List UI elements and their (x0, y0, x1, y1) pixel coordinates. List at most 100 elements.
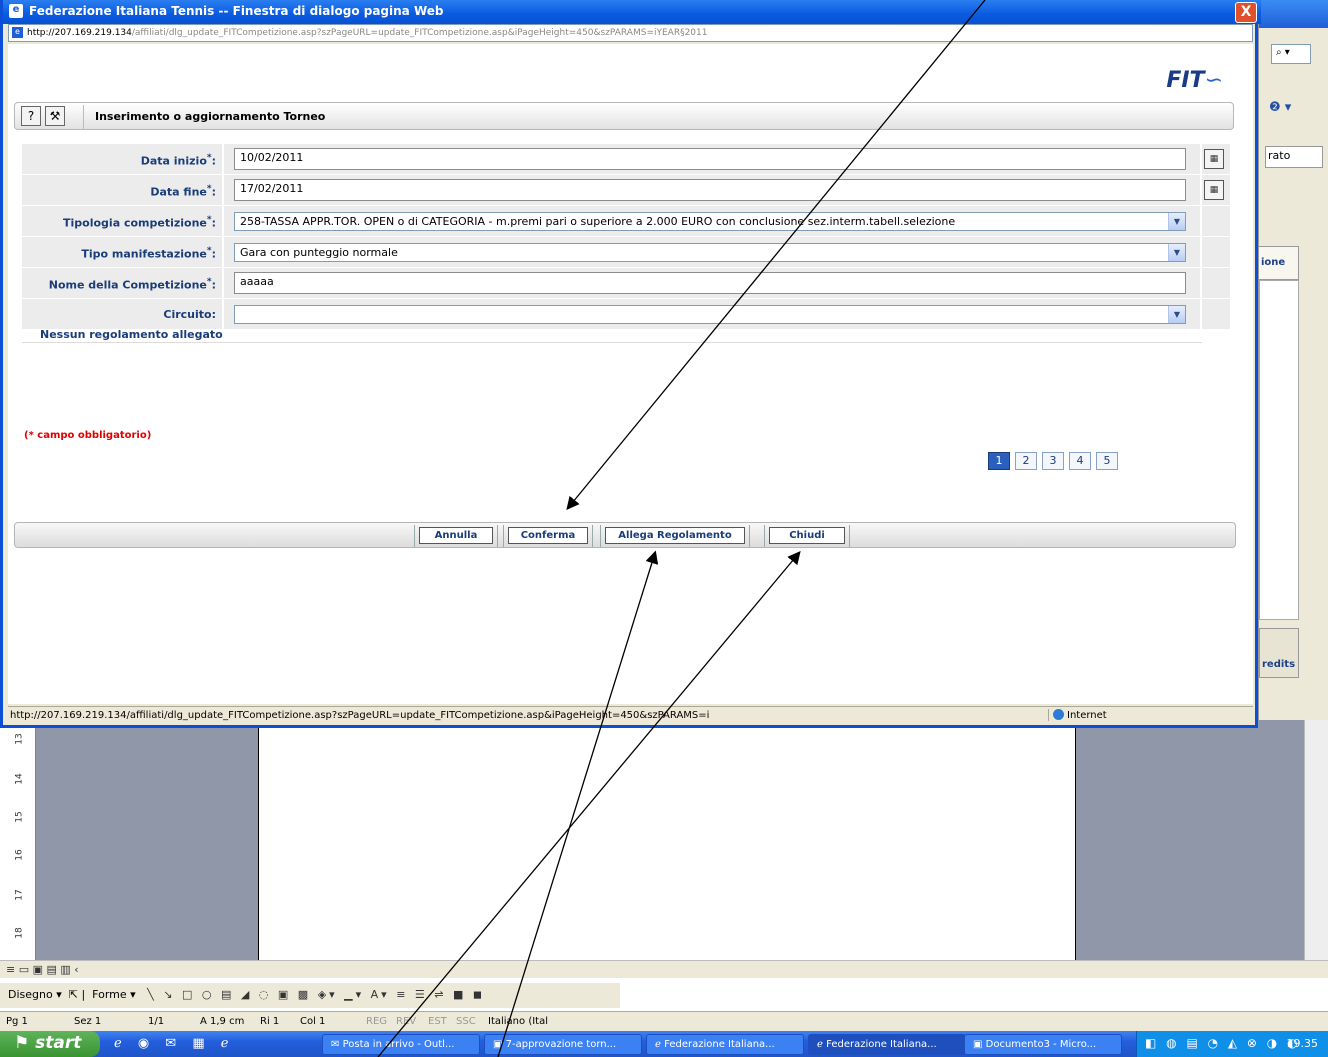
background-pane (1259, 280, 1299, 620)
horizontal-scrollbar[interactable]: ≡ ▭ ▣ ▤ ▥ ‹ (0, 960, 1328, 978)
pointer-icon[interactable]: ⇱ | (65, 988, 88, 1001)
conferma-button[interactable]: Conferma (503, 525, 593, 547)
start-button[interactable]: ⚑ start (0, 1031, 100, 1057)
background-tab[interactable]: ione (1259, 246, 1299, 280)
dialog-titlebar[interactable]: e Federazione Italiana Tennis -- Finestr… (3, 0, 1261, 24)
status-section: Sez 1 (74, 1016, 102, 1027)
action-bar: Annulla Conferma Allega Regolamento Chiu… (14, 522, 1236, 548)
vertical-scrollbar[interactable] (1304, 720, 1328, 960)
tipologia-select[interactable]: 258-TASSA APPR.TOR. OPEN o di CATEGORIA … (234, 212, 1186, 231)
label-colon: : (211, 278, 216, 292)
page-button-4[interactable]: 4 (1069, 452, 1091, 470)
address-bar: e http://207.169.219.134/affiliati/dlg_u… (8, 24, 1253, 42)
status-at: A 1,9 cm (200, 1016, 245, 1027)
status-language: Italiano (Ital (488, 1016, 548, 1027)
fit-logo: FIT∽ (1166, 68, 1223, 93)
status-ssc: SSC (456, 1016, 476, 1027)
word-icon: ▣ (973, 1039, 986, 1050)
chevron-down-icon[interactable]: ▼ (1168, 213, 1185, 230)
background-button[interactable]: redits (1259, 628, 1299, 678)
no-regolamento-text: Nessun regolamento allegato (40, 328, 223, 341)
search-icon[interactable]: ⌕ ▾ (1271, 44, 1311, 64)
nome-competizione-input[interactable]: aaaaa (234, 272, 1186, 294)
page-button-5[interactable]: 5 (1096, 452, 1118, 470)
ruler-mark: 17 (14, 889, 25, 901)
field-cell: 258-TASSA APPR.TOR. OPEN o di CATEGORIA … (224, 206, 1200, 237)
close-button[interactable]: X (1235, 2, 1257, 23)
page-button-2[interactable]: 2 (1015, 452, 1037, 470)
page-button-1[interactable]: 1 (988, 452, 1010, 470)
label-nome-competizione: Nome della Competizione*: (22, 268, 222, 299)
clock: 19.35 (1286, 1037, 1319, 1050)
allega-regolamento-button[interactable]: Allega Regolamento (600, 525, 750, 547)
data-fine-input[interactable]: 17/02/2011 (234, 179, 1186, 201)
label-data-fine: Data fine*: (22, 175, 222, 206)
chevron-down-icon[interactable]: ▼ (1168, 306, 1185, 323)
status-reg: REG (366, 1016, 388, 1027)
calendar-icon[interactable]: ▦ (1204, 149, 1224, 169)
document-page[interactable] (258, 720, 1076, 960)
status-col: Col 1 (300, 1016, 326, 1027)
help-icon[interactable]: ❷ ▾ (1269, 100, 1291, 115)
forme-menu[interactable]: Forme ▾ (92, 988, 136, 1001)
task-label: Federazione Italiana... (664, 1039, 775, 1050)
side-cell: ▦ (1202, 144, 1230, 175)
vertical-ruler: 13 14 15 16 17 18 (0, 720, 36, 960)
side-cell (1202, 299, 1230, 330)
ruler-mark: 16 (14, 849, 25, 861)
circuito-select[interactable]: ▼ (234, 305, 1186, 324)
taskbar-item-ie-2[interactable]: ℯ Federazione Italiana... (808, 1034, 966, 1055)
tool-button[interactable]: ⚒ (45, 106, 65, 126)
side-cell: ▦ (1202, 175, 1230, 206)
quick-launch-icons[interactable]: ℯ ◉ ✉ ▦ ℯ (114, 1036, 234, 1051)
disegno-menu[interactable]: Disegno ▾ (8, 988, 62, 1001)
help-button[interactable]: ? (21, 106, 41, 126)
taskbar-item-outlook[interactable]: ✉ Posta in arrivo - Outl... (322, 1034, 480, 1055)
header-divider (83, 105, 84, 129)
calendar-icon[interactable]: ▦ (1204, 180, 1224, 200)
annulla-button[interactable]: Annulla (414, 525, 498, 547)
status-page: Pg 1 (6, 1016, 28, 1027)
data-inizio-input[interactable]: 10/02/2011 (234, 148, 1186, 170)
tray-icons[interactable]: ◧ ◍ ▤ ◔ ◭ ⊗ ◑ ◐ (1145, 1036, 1301, 1050)
tipo-manifestazione-select[interactable]: Gara con punteggio normale ▼ (234, 243, 1186, 262)
view-buttons-icon[interactable]: ≡ ▭ ▣ ▤ ▥ ‹ (6, 963, 79, 976)
row-data-inizio: Data inizio*: 10/02/2011 ▦ (22, 144, 1230, 175)
shape-tools-icon[interactable]: ╲ ↘ □ ○ ▤ ◢ ◌ ▣ ▩ ◈▾ ▁▾ A▾ ≡ ☰ ⇌ ■ ◼ (147, 988, 485, 1001)
word-status-bar: Pg 1 Sez 1 1/1 A 1,9 cm Ri 1 Col 1 REG R… (0, 1011, 1328, 1031)
ruler-mark: 13 (14, 733, 25, 745)
dialog-content: FIT∽ ? ⚒ Inserimento o aggiornamento Tor… (8, 44, 1253, 704)
section-header: ? ⚒ Inserimento o aggiornamento Torneo (14, 102, 1234, 130)
label-text: Tipologia competizione (63, 216, 207, 230)
security-zone: Internet (1048, 709, 1107, 721)
ie-icon: e (9, 4, 23, 18)
page-button-3[interactable]: 3 (1042, 452, 1064, 470)
row-circuito: Circuito: ▼ (22, 299, 1230, 330)
mail-icon: ✉ (331, 1039, 343, 1050)
ruler-mark: 15 (14, 811, 25, 823)
side-cell (1202, 237, 1230, 268)
divider (22, 342, 1202, 343)
status-line: Ri 1 (260, 1016, 280, 1027)
taskbar-item-ie-1[interactable]: ℯ Federazione Italiana... (646, 1034, 804, 1055)
chiudi-button[interactable]: Chiudi (764, 525, 850, 547)
windows-logo-icon: ⚑ (14, 1033, 36, 1053)
label-colon: : (211, 154, 216, 168)
section-title: Inserimento o aggiornamento Torneo (95, 110, 326, 123)
label-text: Nome della Competizione (48, 278, 207, 292)
status-est: EST (428, 1016, 447, 1027)
taskbar-item-documento3[interactable]: ▣ Documento3 - Micro... (964, 1034, 1122, 1055)
chevron-down-icon[interactable]: ▼ (1168, 244, 1185, 261)
required-note: (* campo obbligatorio) (24, 430, 152, 441)
status-rev: REV (396, 1016, 417, 1027)
page-icon: e (12, 27, 23, 38)
globe-icon (1053, 709, 1064, 720)
word-icon: ▣ (493, 1039, 506, 1050)
task-label: Posta in arrivo - Outl... (342, 1039, 455, 1050)
field-cell: aaaaa (224, 268, 1200, 299)
background-window-strip: ⌕ ▾ ❷ ▾ rato ione redits (1258, 0, 1328, 720)
taskbar-item-word-approvazione[interactable]: ▣ 7-approvazione torn... (484, 1034, 642, 1055)
label-colon: : (211, 216, 216, 230)
web-dialog-window: e Federazione Italiana Tennis -- Finestr… (0, 0, 1261, 728)
field-cell: 10/02/2011 (224, 144, 1200, 175)
